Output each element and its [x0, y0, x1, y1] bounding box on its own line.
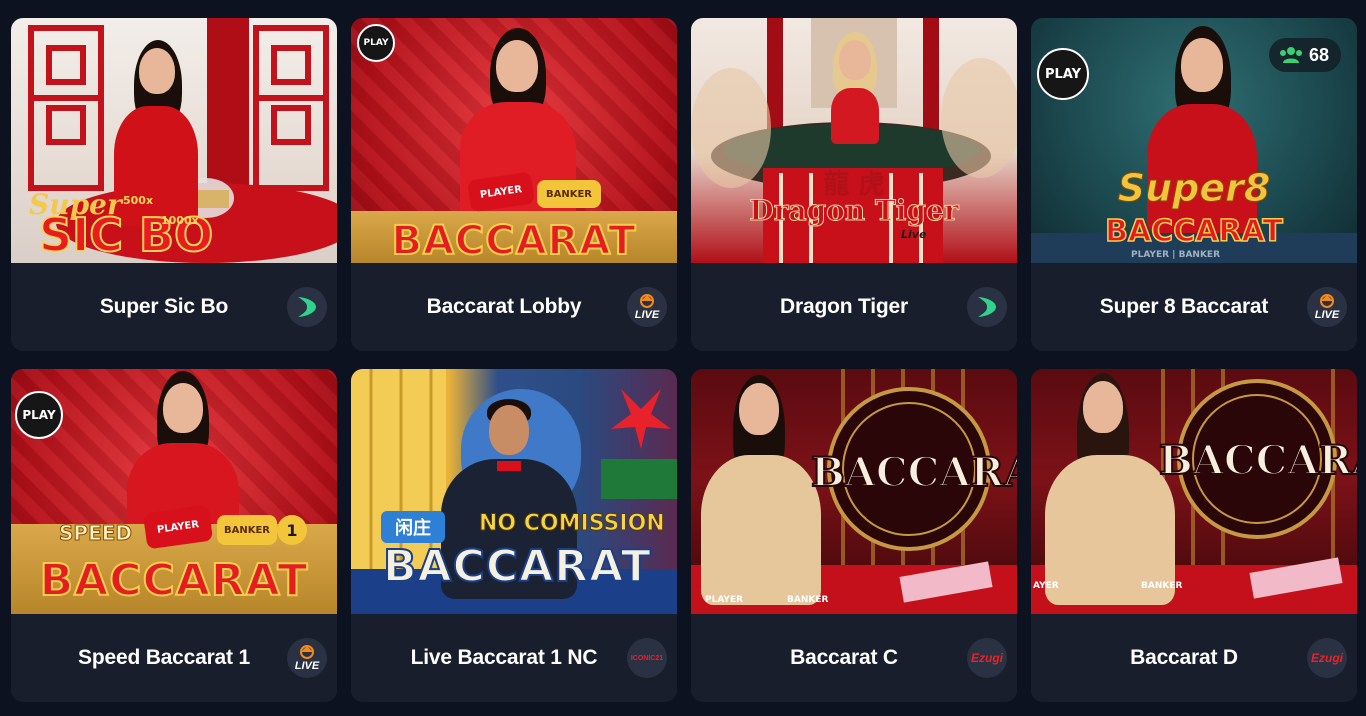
provider-label: Ezugi [971, 651, 1003, 665]
pragmatic-play-badge: PLAY [15, 391, 63, 439]
game-logo-line1: Dragon Tiger [749, 194, 959, 228]
game-title: Dragon Tiger [780, 295, 908, 318]
iconic21-icon: ICONIC21 [627, 638, 667, 678]
game-logo: BACCARAT [1158, 436, 1357, 485]
game-card-footer: Dragon Tiger [691, 263, 1017, 351]
game-logo: BACCARAT [382, 540, 652, 593]
players-count-badge: 68 [1268, 38, 1341, 72]
pragmatic-live-icon: LIVE [1307, 287, 1347, 327]
game-logo-line2: BACCARAT [1104, 213, 1283, 250]
game-title: Baccarat D [1130, 646, 1238, 669]
game-logo: BACCARAT [810, 448, 1017, 497]
provider-label: LIVE [1314, 309, 1340, 321]
speed-label: SPEED [59, 521, 133, 546]
game-title: Baccarat Lobby [426, 295, 582, 318]
ezugi-icon: Ezugi [967, 638, 1007, 678]
player-label: PLAYER [705, 595, 744, 605]
game-card-super-sic-bo[interactable]: Super SIC BO 500x 1000x Super Sic Bo [11, 18, 337, 351]
game-title: Speed Baccarat 1 [78, 646, 250, 669]
game-card-baccarat-d[interactable]: BACCARAT AYER BANKER Baccarat D Ezugi [1031, 369, 1357, 702]
evolution-icon [287, 287, 327, 327]
game-title: Live Baccarat 1 NC [410, 646, 598, 669]
multiplier-label: 1000x [161, 214, 199, 227]
game-card-footer: Baccarat C Ezugi [691, 614, 1017, 702]
game-title: Baccarat C [790, 646, 898, 669]
provider-label: ICONIC21 [630, 654, 664, 662]
game-thumbnail[interactable]: Super SIC BO 500x 1000x [11, 18, 337, 263]
players-count: 68 [1308, 44, 1329, 65]
game-card-footer: Super Sic Bo [11, 263, 337, 351]
pragmatic-live-icon: LIVE [287, 638, 327, 678]
game-card-super-8-baccarat[interactable]: PLAY 68 Super8 BACCARAT PLAYER | BANKER [1031, 18, 1357, 351]
game-card-footer: Baccarat Lobby LIVE [351, 263, 677, 351]
table-label: PLAYER | BANKER [1131, 250, 1220, 260]
game-thumbnail[interactable]: BACCARAT AYER BANKER [1031, 369, 1357, 614]
game-title: Super 8 Baccarat [1099, 295, 1269, 318]
game-card-speed-baccarat-1[interactable]: PLAY SPEED PLAYER BANKER 1 BACCARAT Spee… [11, 369, 337, 702]
game-card-footer: Super 8 Baccarat LIVE [1031, 263, 1357, 351]
game-card-dragon-tiger[interactable]: 龍 虎 Dragon Tiger Live Dragon Tiger [691, 18, 1017, 351]
game-logo: BACCARAT [39, 554, 309, 607]
provider-label: LIVE [634, 309, 660, 321]
multiplier-label: 500x [123, 194, 154, 207]
game-card-footer: Live Baccarat 1 NC ICONIC21 [351, 614, 677, 702]
pragmatic-play-badge: PLAY [1037, 48, 1089, 100]
baccarat-tag: 闲庄 [381, 511, 445, 543]
banker-box: BANKER [537, 180, 601, 208]
banker-label: BANKER [787, 595, 829, 605]
pragmatic-play-badge: PLAY [357, 24, 395, 62]
pragmatic-live-icon: LIVE [627, 287, 667, 327]
game-thumbnail[interactable]: PLAY 68 Super8 BACCARAT PLAYER | BANKER [1031, 18, 1357, 263]
game-card-baccarat-lobby[interactable]: PLAY PLAYER BANKER BACCARAT Baccarat Lob… [351, 18, 677, 351]
users-icon [1279, 47, 1302, 63]
game-title: Super Sic Bo [99, 295, 229, 318]
game-thumbnail[interactable]: 闲庄 NO COMISSION BACCARAT [351, 369, 677, 614]
provider-label: Ezugi [1311, 651, 1343, 665]
game-thumbnail[interactable]: 龍 虎 Dragon Tiger Live [691, 18, 1017, 263]
banker-box: BANKER [217, 515, 277, 545]
game-card-footer: Speed Baccarat 1 LIVE [11, 614, 337, 702]
game-logo-line2: Live [901, 228, 927, 241]
table-number: 1 [277, 515, 307, 545]
game-logo: BACCARAT [390, 217, 637, 263]
ezugi-icon: Ezugi [1307, 638, 1347, 678]
evolution-icon [967, 287, 1007, 327]
provider-label: LIVE [294, 660, 320, 672]
no-commission-label: NO COMISSION [479, 511, 666, 537]
banker-label: BANKER [1141, 581, 1183, 591]
player-label: AYER [1033, 581, 1059, 591]
game-grid: Super SIC BO 500x 1000x Super Sic Bo PLA… [0, 0, 1366, 702]
game-card-live-baccarat-1-nc[interactable]: 闲庄 NO COMISSION BACCARAT Live Baccarat 1… [351, 369, 677, 702]
game-thumbnail[interactable]: PLAY SPEED PLAYER BANKER 1 BACCARAT [11, 369, 337, 614]
game-card-baccarat-c[interactable]: BACCARAT PLAYER BANKER Baccarat C Ezugi [691, 369, 1017, 702]
game-thumbnail[interactable]: BACCARAT PLAYER BANKER [691, 369, 1017, 614]
game-thumbnail[interactable]: PLAY PLAYER BANKER BACCARAT [351, 18, 677, 263]
game-card-footer: Baccarat D Ezugi [1031, 614, 1357, 702]
game-logo-line1: Super8 [1117, 166, 1271, 211]
